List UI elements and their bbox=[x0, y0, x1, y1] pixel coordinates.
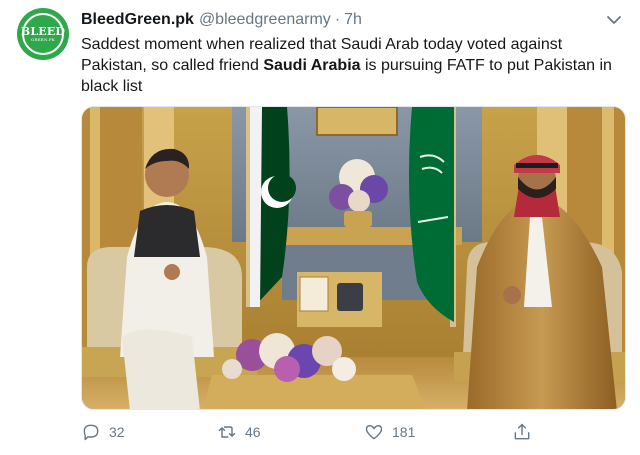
share-button[interactable] bbox=[512, 420, 540, 444]
author-name[interactable]: BleedGreen.pk bbox=[81, 11, 194, 29]
avatar[interactable]: BLEED GREEN.PK bbox=[17, 8, 69, 60]
retweet-button[interactable]: 46 bbox=[217, 420, 261, 444]
timestamp[interactable]: 7h bbox=[344, 11, 362, 29]
like-count: 181 bbox=[392, 424, 416, 440]
tweet-photo[interactable] bbox=[81, 106, 626, 410]
reply-icon bbox=[83, 424, 99, 441]
photo-illustration bbox=[82, 107, 625, 409]
tweet-card[interactable]: BLEED GREEN.PK BleedGreen.pk @bleedgreen… bbox=[0, 0, 640, 455]
tweet-text: Saddest moment when realized that Saudi … bbox=[81, 36, 612, 95]
share-icon bbox=[514, 423, 530, 440]
reply-count: 32 bbox=[109, 424, 125, 440]
bold-mention: Saudi Arabia bbox=[263, 57, 361, 74]
tweet-header: BleedGreen.pk @bleedgreenarmy · 7h bbox=[81, 9, 362, 31]
like-icon bbox=[365, 425, 383, 440]
author-handle[interactable]: @bleedgreenarmy bbox=[199, 11, 331, 29]
chevron-down-icon[interactable] bbox=[604, 10, 624, 30]
avatar-logo-text: BLEED GREEN.PK bbox=[20, 25, 66, 42]
reply-button[interactable]: 32 bbox=[81, 420, 125, 444]
action-bar: 32 46 181 bbox=[81, 420, 626, 444]
retweet-count: 46 bbox=[245, 424, 261, 440]
separator-dot: · bbox=[334, 11, 341, 28]
like-button[interactable]: 181 bbox=[364, 420, 415, 444]
retweet-icon bbox=[218, 426, 236, 438]
